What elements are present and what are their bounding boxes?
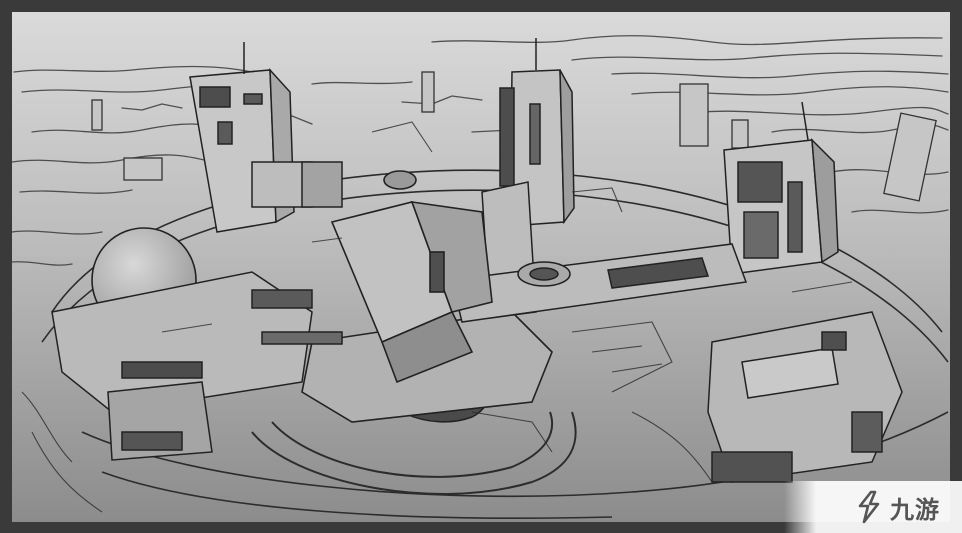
watermark-text: 九游	[890, 495, 940, 524]
jiuyou-logo-icon	[858, 490, 880, 524]
concept-sketch	[12, 12, 950, 522]
watermark: 九游	[784, 481, 962, 533]
artwork-canvas	[12, 12, 950, 522]
right-front-structure	[707, 311, 903, 483]
screenshot-stage: 九游	[0, 0, 962, 533]
